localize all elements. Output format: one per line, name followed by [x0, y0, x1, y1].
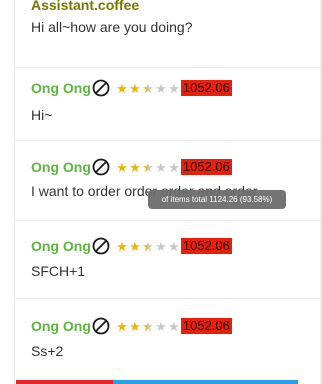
rating-stars: ★ ★ ★ ★ ★	[115, 320, 180, 333]
message-header: Ong Ong ★ ★ ★ ★ ★ 1052.06	[31, 157, 232, 177]
message-header: Ong Ong ★ ★ ★ ★ ★ 1052.06	[31, 316, 232, 336]
divider	[14, 140, 322, 141]
rating-stars: ★ ★ ★ ★ ★	[115, 82, 180, 95]
score-badge: 1052.06	[180, 80, 232, 96]
greeting-text: Hi all~how are you doing?	[31, 19, 193, 35]
star-empty-icon: ★	[155, 238, 167, 254]
rating-stars: ★ ★ ★ ★ ★	[115, 240, 180, 253]
user-name[interactable]: Ong Ong	[31, 80, 91, 96]
star-half-icon: ★	[142, 238, 154, 254]
user-name[interactable]: Ong Ong	[31, 159, 91, 175]
bottom-action-button-blue[interactable]	[113, 380, 298, 384]
block-icon[interactable]	[92, 237, 110, 255]
star-empty-icon: ★	[155, 80, 167, 96]
star-full-icon: ★	[129, 318, 141, 334]
divider	[14, 220, 322, 221]
divider	[14, 298, 322, 299]
star-full-icon: ★	[116, 159, 128, 175]
message-text: SFCH+1	[31, 263, 86, 279]
star-full-icon: ★	[116, 238, 128, 254]
score-badge: 1052.06	[180, 159, 232, 175]
star-empty-icon: ★	[155, 159, 167, 175]
divider	[14, 67, 322, 68]
greeting-author: Assistant.coffee	[31, 0, 140, 13]
block-icon[interactable]	[92, 158, 110, 176]
star-empty-icon: ★	[155, 318, 167, 334]
user-name[interactable]: Ong Ong	[31, 318, 91, 334]
star-full-icon: ★	[129, 238, 141, 254]
message-header: Ong Ong ★ ★ ★ ★ ★ 1052.06	[31, 236, 232, 256]
left-divider	[14, 0, 15, 384]
message-text: Hi~	[31, 107, 53, 123]
star-full-icon: ★	[129, 80, 141, 96]
block-icon[interactable]	[92, 317, 110, 335]
star-empty-icon: ★	[168, 238, 180, 254]
star-empty-icon: ★	[168, 159, 180, 175]
star-full-icon: ★	[116, 318, 128, 334]
star-empty-icon: ★	[168, 80, 180, 96]
message-header: Ong Ong ★ ★ ★ ★ ★ 1052.06	[31, 78, 232, 98]
message-text: Ss+2	[31, 343, 64, 359]
star-full-icon: ★	[129, 159, 141, 175]
block-icon[interactable]	[92, 79, 110, 97]
score-badge: 1052.06	[180, 238, 232, 254]
star-half-icon: ★	[142, 159, 154, 175]
score-badge: 1052.06	[180, 318, 232, 334]
star-half-icon: ★	[142, 318, 154, 334]
tooltip: of items total 1124.26 (93.58%)	[148, 190, 286, 209]
rating-stars: ★ ★ ★ ★ ★	[115, 161, 180, 174]
bottom-action-button-red[interactable]	[16, 380, 113, 384]
star-half-icon: ★	[142, 80, 154, 96]
star-full-icon: ★	[116, 80, 128, 96]
star-empty-icon: ★	[168, 318, 180, 334]
user-name[interactable]: Ong Ong	[31, 238, 91, 254]
chat-screen: Assistant.coffee Hi all~how are you doin…	[0, 0, 322, 384]
